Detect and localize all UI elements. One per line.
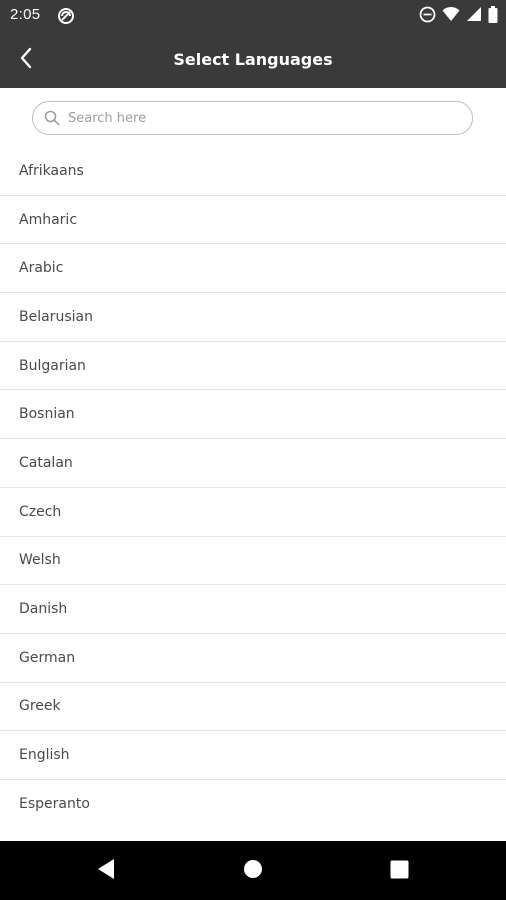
language-item-belarusian[interactable]: Belarusian [0, 293, 506, 342]
language-item-arabic[interactable]: Arabic [0, 244, 506, 294]
nav-back-icon [96, 858, 116, 884]
nav-recents-icon [390, 860, 409, 883]
nav-home-button[interactable] [239, 857, 267, 885]
language-item-welsh[interactable]: Welsh [0, 537, 506, 586]
language-item-czech[interactable]: Czech [0, 488, 506, 537]
search-box[interactable] [32, 101, 473, 135]
language-label: Bosnian [19, 406, 75, 423]
language-select-screen: 2:05 Select Languages Search here Afrika… [0, 0, 506, 900]
language-label: Belarusian [19, 308, 93, 325]
language-item-afrikaans[interactable]: Afrikaans [0, 147, 506, 196]
page-title: Select Languages [173, 50, 333, 69]
language-item-bosnian[interactable]: Bosnian [0, 390, 506, 440]
language-label: Welsh [19, 552, 61, 569]
language-label: Bulgarian [19, 357, 86, 374]
language-label: Greek [19, 698, 61, 715]
system-navigation-bar [0, 841, 506, 900]
language-label: English [19, 747, 70, 764]
language-item-amharic[interactable]: Amharic [0, 196, 506, 245]
status-icons [419, 5, 498, 27]
language-list: Afrikaans Amharic Arabic Belarusian Bulg… [0, 147, 506, 841]
data-saver-icon [57, 7, 75, 25]
wifi-icon [442, 6, 460, 26]
nav-home-icon [243, 859, 263, 883]
language-item-greek[interactable]: Greek [0, 683, 506, 732]
language-label: Esperanto [19, 796, 90, 813]
search-icon [43, 109, 61, 127]
language-label: Afrikaans [19, 162, 84, 179]
nav-recents-button[interactable] [385, 857, 413, 885]
status-bar: 2:05 [0, 0, 506, 32]
language-item-german[interactable]: German [0, 634, 506, 683]
signal-icon [466, 6, 482, 26]
do-not-disturb-icon [419, 6, 436, 27]
language-item-esperanto[interactable]: Esperanto [0, 780, 506, 829]
search-input[interactable] [68, 110, 448, 126]
language-item-bulgarian[interactable]: Bulgarian [0, 342, 506, 391]
app-bar: Select Languages [0, 32, 506, 88]
language-item-danish[interactable]: Danish [0, 585, 506, 634]
language-item-catalan[interactable]: Catalan [0, 439, 506, 488]
language-label: Catalan [19, 454, 73, 471]
status-time: 2:05 [10, 6, 41, 23]
language-label: Amharic [19, 211, 78, 228]
language-label: Czech [19, 503, 62, 520]
language-item-english[interactable]: English [0, 731, 506, 780]
nav-back-button[interactable] [92, 857, 120, 885]
language-label: Danish [19, 601, 68, 618]
battery-icon [488, 5, 498, 27]
language-label: Arabic [19, 260, 64, 277]
language-label: German [19, 649, 76, 666]
